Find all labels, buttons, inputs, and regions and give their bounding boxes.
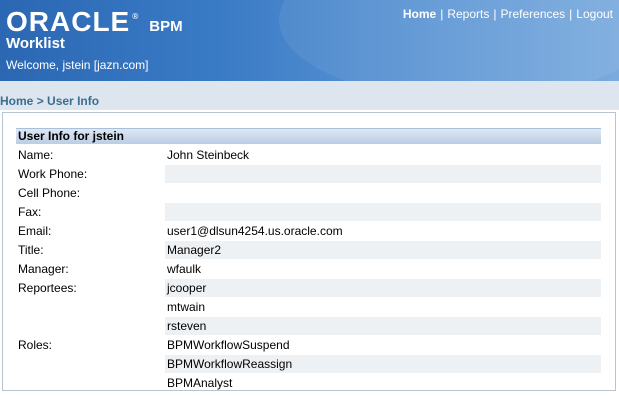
row-label [16,355,165,374]
table-row: Work Phone: [16,164,601,184]
row-value: BPMAnalyst [165,373,601,393]
row-value: rsteven [165,316,601,336]
table-row: mtwain [16,297,601,317]
nav-reports-link[interactable]: Reports [447,7,489,21]
user-info-panel: User Info for jstein Name: John Steinbec… [2,112,616,393]
row-label: Manager: [18,262,69,276]
table-row: Email: user1@dlsun4254.us.oracle.com [16,221,601,241]
breadcrumb-home-link[interactable]: Home [0,94,33,108]
nav-logout-link[interactable]: Logout [576,7,613,21]
table-row: Roles: BPMWorkflowSuspend [16,335,601,355]
table-row: Cell Phone: [16,183,601,203]
table-row: Fax: [16,202,601,222]
row-value: wfaulk [165,259,601,279]
row-value [165,164,601,184]
row-label: Roles: [18,338,53,352]
row-value: John Steinbeck [165,146,601,165]
app-title: Worklist [6,35,65,52]
nav-preferences-link[interactable]: Preferences [500,7,565,21]
nav-separator: | [569,7,573,21]
row-label: Cell Phone: [18,186,81,200]
row-label: Title: [18,243,44,257]
welcome-message: Welcome, jstein [jazn.com] [6,58,149,72]
table-row: rsteven [16,316,601,336]
row-label [16,374,165,393]
oracle-bpm-logo: ORACLE ® BPM [6,7,183,37]
nav-separator: | [440,7,444,21]
table-row: Reportees: jcooper [16,278,601,298]
oracle-logo-text: ORACLE [6,6,131,37]
breadcrumb: Home > User Info [0,94,99,108]
panel-title: User Info for jstein [16,128,601,144]
row-label [16,317,165,336]
nav-separator: | [493,7,497,21]
table-row: BPMWorkflowReassign [16,354,601,374]
row-label: Reportees: [18,281,77,295]
row-label: Work Phone: [18,167,88,181]
product-name: BPM [149,18,183,35]
row-value: user1@dlsun4254.us.oracle.com [165,221,601,241]
table-row: Title: Manager2 [16,240,601,260]
breadcrumb-separator: > [36,94,44,108]
row-value: mtwain [165,297,601,317]
row-value [165,202,601,222]
breadcrumb-bar: Home > User Info [0,81,619,110]
row-label: Email: [18,224,52,238]
table-row: BPMAnalyst [16,373,601,393]
row-value: Manager2 [165,240,601,260]
table-row: Manager: wfaulk [16,259,601,279]
nav-home-link[interactable]: Home [403,7,436,21]
top-navigation: Home | Reports | Preferences | Logout [403,7,613,21]
row-value: BPMWorkflowSuspend [165,335,601,355]
registered-mark: ® [131,12,140,21]
row-label: Fax: [18,205,42,219]
row-label: Name: [18,148,54,163]
row-value: BPMWorkflowReassign [165,354,601,374]
user-info-table: Name: John Steinbeck Work Phone: Cell Ph… [16,146,601,393]
row-label [16,298,165,317]
app-header: ORACLE ® BPM Worklist Welcome, jstein [j… [0,0,619,81]
row-value [165,183,601,203]
breadcrumb-current: User Info [47,94,100,108]
table-row: Name: John Steinbeck [16,146,601,165]
row-value: jcooper [165,278,601,298]
